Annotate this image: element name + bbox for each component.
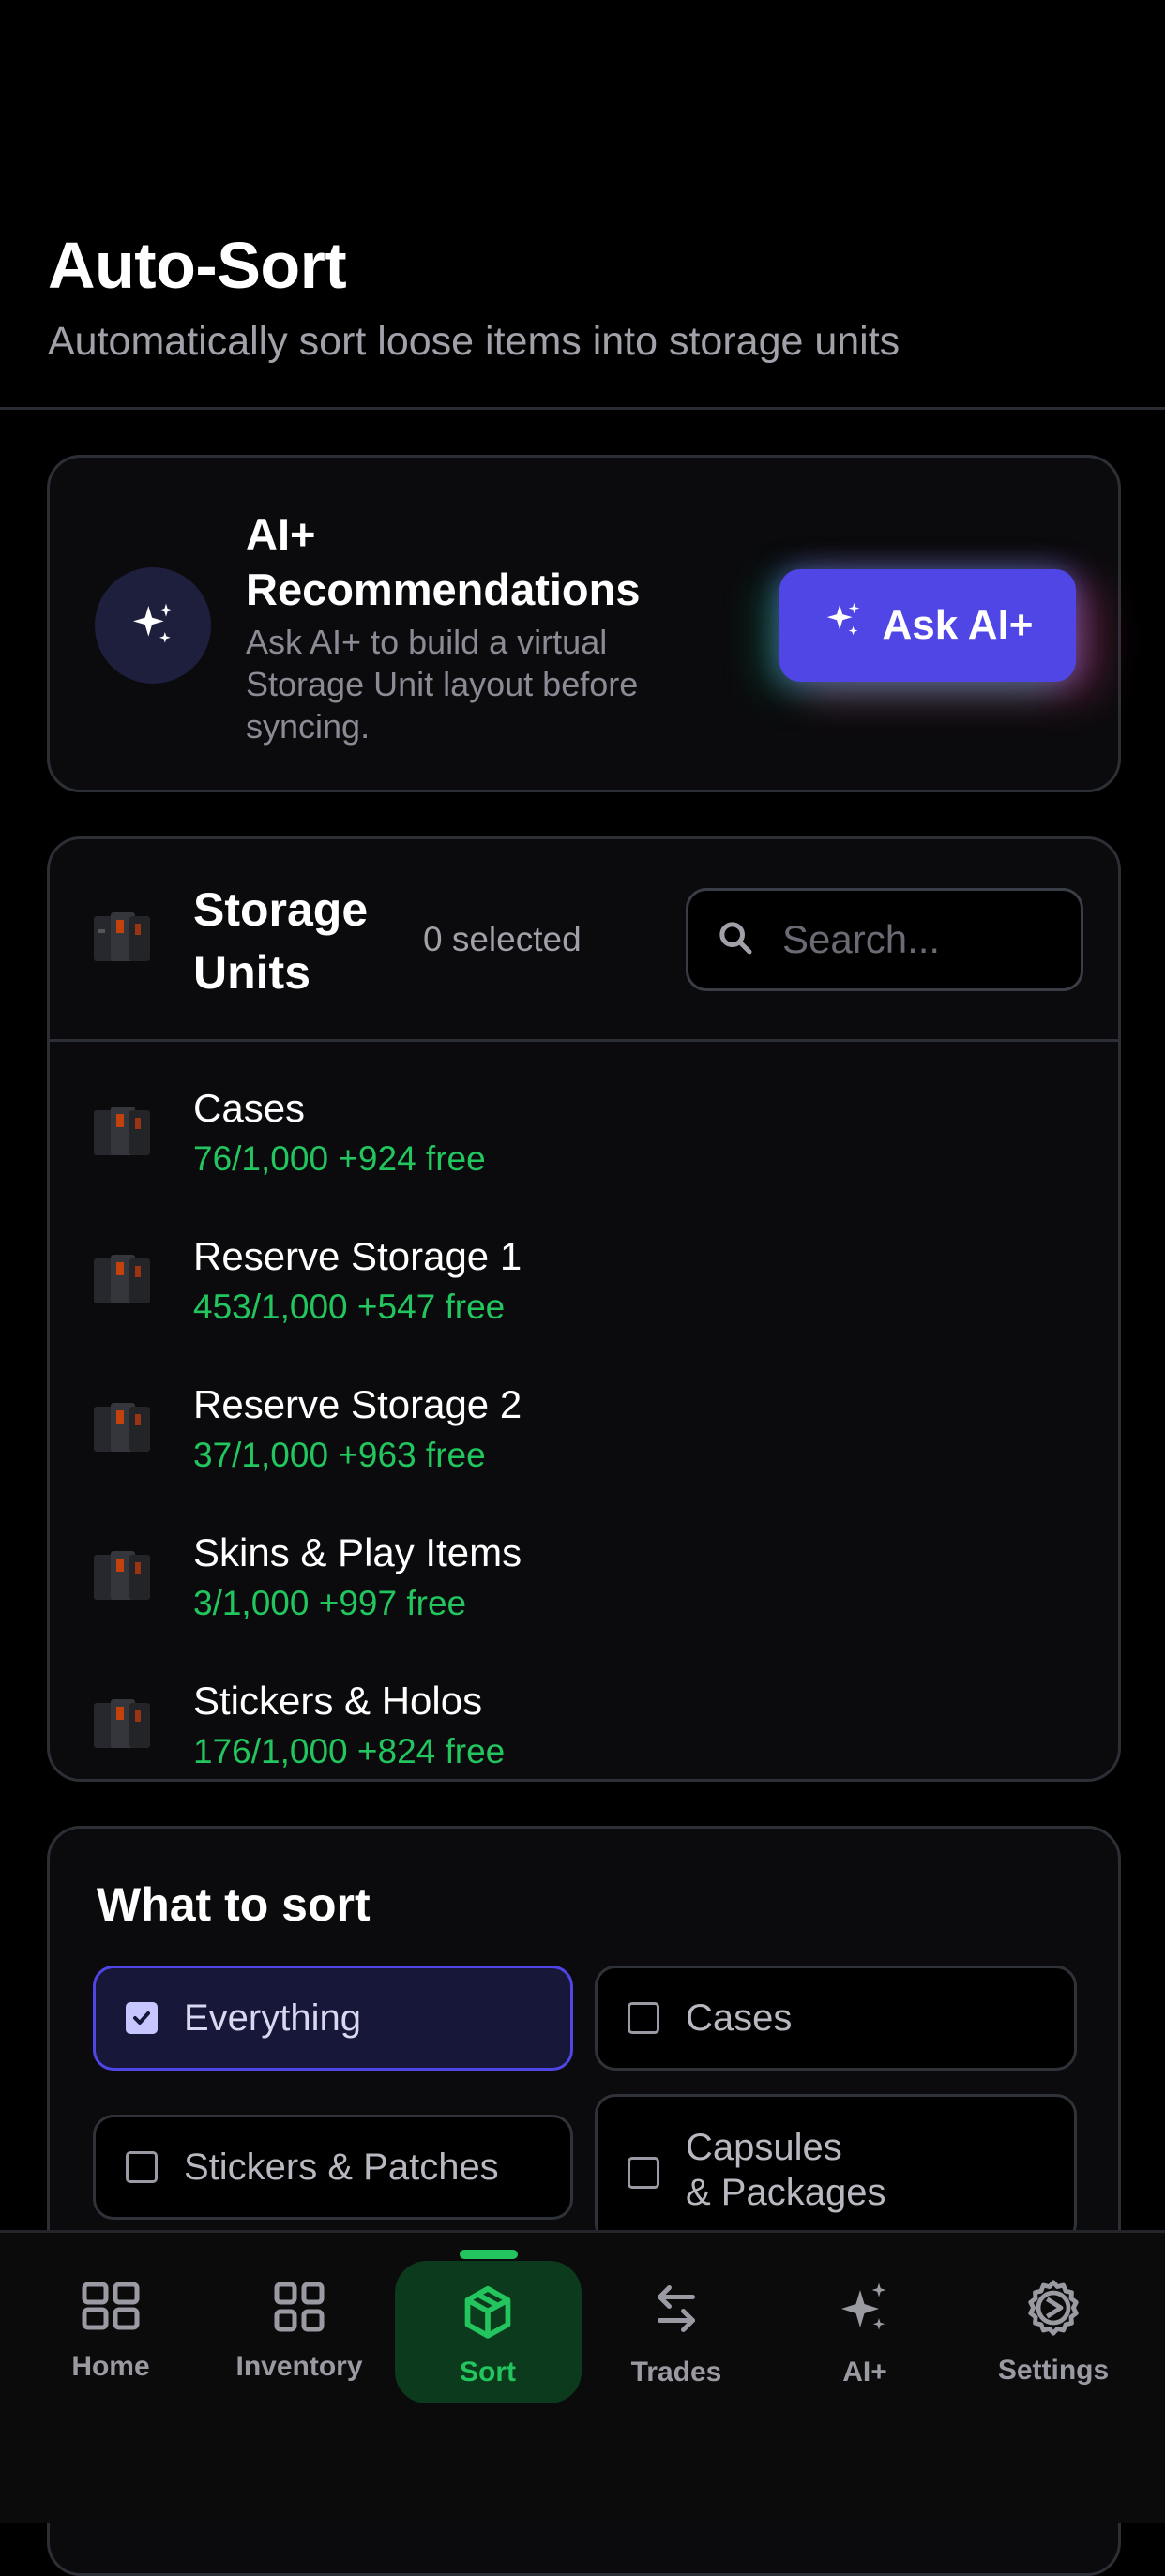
nav-label: Home (71, 2351, 150, 2382)
storage-unit-name: Cases (193, 1086, 306, 1130)
checkbox-icon (628, 2002, 659, 2034)
nav-label: Settings (997, 2355, 1110, 2386)
checkbox-icon (628, 2157, 659, 2189)
sort-option-everything[interactable]: Everything (93, 1966, 573, 2071)
storage-unit-name: Stickers & Holos (193, 1679, 483, 1723)
nav-item-sort[interactable]: Sort (394, 2233, 582, 2420)
storage-unit-icon (92, 911, 152, 970)
bottom-nav: Home Inventory Sort Trades AI+ Settings (0, 2230, 1165, 2523)
storage-unit-row[interactable]: Reserve Storage 2 37/1,000 +963 free (50, 1356, 1118, 1497)
nav-label: Inventory (235, 2351, 363, 2382)
page-subtitle: Automatically sort loose items into stor… (48, 319, 900, 364)
nav-label: Trades (630, 2357, 722, 2388)
nav-label: AI+ (842, 2357, 887, 2388)
nav-item-settings[interactable]: Settings (960, 2233, 1147, 2420)
sparkles-icon (95, 567, 211, 684)
search-icon (717, 919, 754, 961)
ask-ai-button[interactable]: Ask AI+ (779, 569, 1076, 682)
search-input[interactable] (780, 916, 1066, 963)
nav-label: Sort (460, 2357, 516, 2388)
grid-icon (17, 2282, 204, 2330)
storage-unit-row[interactable]: Reserve Storage 1 453/1,000 +547 free (50, 1208, 1118, 1348)
sort-option-label: Capsules & Packages (686, 2127, 886, 2213)
ai-recommendations-card: AI+ Recommendations Ask AI+ to build a v… (47, 455, 1121, 792)
header-divider (0, 407, 1165, 410)
storage-unit-capacity: 3/1,000 +997 free (193, 1584, 467, 1622)
sort-option-capsules-packages[interactable]: Capsules & Packages (595, 2094, 1077, 2244)
storage-unit-row[interactable]: Skins & Play Items 3/1,000 +997 free (50, 1504, 1118, 1645)
storage-unit-name: Skins & Play Items (193, 1530, 522, 1574)
search-field[interactable] (686, 888, 1083, 991)
page-title: Auto-Sort (48, 229, 347, 302)
storage-unit-name: Reserve Storage 2 (193, 1382, 522, 1426)
sort-option-label: Everything (184, 1996, 361, 2039)
ask-ai-button-label: Ask AI+ (882, 602, 1034, 648)
sparkles-icon (771, 2278, 959, 2340)
storage-unit-icon (92, 1697, 152, 1756)
ai-card-description: Ask AI+ to build a virtual Storage Unit … (246, 623, 639, 746)
storage-unit-capacity: 453/1,000 +547 free (193, 1288, 506, 1326)
storage-unit-icon (92, 1253, 152, 1312)
storage-unit-icon (92, 1401, 152, 1460)
checkbox-icon (126, 2151, 158, 2183)
nav-item-home[interactable]: Home (17, 2233, 204, 2420)
gear-icon (960, 2278, 1147, 2338)
storage-unit-capacity: 76/1,000 +924 free (193, 1139, 486, 1178)
sort-option-label: Cases (686, 1996, 793, 2039)
ai-card-title: AI+ Recommendations (246, 509, 641, 614)
sparkles-icon (822, 599, 865, 653)
storage-unit-row[interactable]: Stickers & Holos 176/1,000 +824 free (50, 1652, 1118, 1793)
cube-icon (394, 2284, 582, 2343)
storage-units-title: Storage Units (193, 883, 369, 999)
storage-units-card: Storage Units 0 selected Cases 76/1,000 … (47, 836, 1121, 1782)
storage-unit-icon (92, 1549, 152, 1608)
storage-unit-capacity: 176/1,000 +824 free (193, 1732, 506, 1770)
sort-option-cases[interactable]: Cases (595, 1966, 1077, 2071)
checkbox-checked-icon (126, 2002, 158, 2034)
arrows-exchange-icon (582, 2280, 770, 2338)
sort-option-label: Stickers & Patches (184, 2146, 499, 2188)
storage-unit-name: Reserve Storage 1 (193, 1234, 522, 1278)
storage-unit-capacity: 37/1,000 +963 free (193, 1436, 486, 1474)
selected-count: 0 selected (423, 920, 582, 958)
storage-unit-row[interactable]: Cases 76/1,000 +924 free (50, 1060, 1118, 1200)
storage-units-divider (50, 1039, 1118, 1042)
storage-unit-icon (92, 1105, 152, 1164)
what-to-sort-title: What to sort (97, 1878, 371, 1931)
grid-icon (205, 2282, 393, 2332)
nav-item-inventory[interactable]: Inventory (205, 2233, 393, 2420)
nav-item-ai[interactable]: AI+ (771, 2233, 959, 2420)
sort-option-stickers-patches[interactable]: Stickers & Patches (93, 2115, 573, 2220)
nav-item-trades[interactable]: Trades (582, 2233, 770, 2420)
